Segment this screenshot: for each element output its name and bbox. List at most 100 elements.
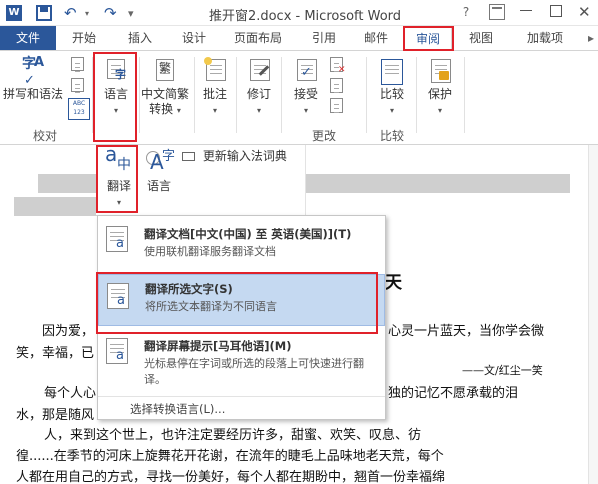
compare-group-label: 比较 <box>379 129 404 143</box>
menu-item-desc: 使用联机翻译服务翻译文档 <box>144 245 276 258</box>
define-icon <box>71 78 84 92</box>
tab-home[interactable]: 开始 <box>60 26 108 50</box>
menu-item-translate-selected-text[interactable]: a 翻译所选文字(S) 将所选文本翻译为不同语言 <box>98 274 385 326</box>
language-settings-label: 语言 <box>146 179 171 193</box>
language-settings-icon: A 字 <box>144 149 175 179</box>
menu-item-title: 翻译屏幕提示[马耳他语](M) <box>144 339 292 353</box>
spelling-grammar-button[interactable]: 字 A ✓ 拼写和语法 <box>2 55 64 102</box>
tab-design[interactable]: 设计 <box>170 26 218 50</box>
translate-icon: a 中 <box>105 142 131 173</box>
spelling-icon: 字 A ✓ <box>22 55 45 88</box>
document-title-fragment: 天 <box>385 273 402 293</box>
compare-icon <box>377 57 407 87</box>
chinese-conversion-button[interactable]: 繁 中文简繁 转换 ▾ <box>140 57 190 118</box>
reject-button[interactable]: ✕ <box>328 57 350 75</box>
ribbon-separator <box>92 57 93 133</box>
word-app-icon[interactable]: W <box>6 5 22 21</box>
accept-icon: ✓ <box>291 57 321 87</box>
menu-item-desc: 将所选文本翻译为不同语言 <box>145 300 277 313</box>
translate-label: 翻译 <box>106 179 131 193</box>
ribbon-display-options-icon[interactable] <box>489 4 505 20</box>
next-change-button[interactable] <box>328 98 350 114</box>
doc-line: 独的记忆不愿承载的泪 <box>388 386 519 401</box>
customize-qat-icon[interactable]: ▾ <box>128 7 134 20</box>
track-changes-button[interactable]: 修订 ▾ <box>240 57 278 118</box>
doc-byline: ——文/红尘一笑 <box>462 364 543 377</box>
ribbon-tab-bar: 文件 开始 插入 设计 页面布局 引用 邮件 审阅 视图 加载项 ▸ <box>0 26 598 51</box>
chinese-conversion-label-1: 中文简繁 <box>140 87 189 101</box>
help-button[interactable]: ? <box>458 4 474 20</box>
language-label: 语言 <box>103 87 128 101</box>
tab-review[interactable]: 审阅 <box>404 26 452 51</box>
update-ime-label: 更新输入法词典 <box>202 149 287 163</box>
doc-line: 笑，幸福，已 <box>16 346 95 361</box>
tab-page-layout[interactable]: 页面布局 <box>226 26 290 50</box>
window-title: 推开窗2.docx - Microsoft Word <box>208 9 402 24</box>
compare-button[interactable]: 比较 ▾ <box>372 57 412 118</box>
update-ime-icon <box>182 152 195 161</box>
ribbon-separator <box>194 57 195 133</box>
doc-line: 心灵一片蓝天，当你学会微 <box>388 324 545 339</box>
define-button[interactable] <box>70 78 86 93</box>
doc-line: 水，那是随风 <box>16 408 95 423</box>
doc-line: 徨......在季节的河床上旋舞花开花谢，在流年的睫毛上品味地老天荒，每个 <box>16 449 444 464</box>
redo-icon[interactable]: ↷ <box>104 5 120 21</box>
new-comment-button[interactable]: 批注 ▾ <box>198 57 232 118</box>
track-changes-label: 修订 <box>246 87 271 101</box>
undo-icon[interactable]: ↶ <box>64 5 80 21</box>
ribbon: 字 A ✓ 拼写和语法 ABC 123 校对 字 语言 ▾ 繁 中文简繁 转换 … <box>0 51 598 145</box>
minimize-icon[interactable] <box>520 10 532 11</box>
word-count-abc: ABC <box>72 100 86 107</box>
close-icon[interactable]: ✕ <box>578 3 591 21</box>
protect-button[interactable]: 保护 ▾ <box>420 57 460 118</box>
menu-item-choose-language[interactable]: 选择转换语言(L)... <box>98 396 385 418</box>
save-icon[interactable] <box>36 5 52 21</box>
accept-label: 接受 <box>293 87 318 101</box>
protect-label: 保护 <box>427 87 452 101</box>
language-button[interactable]: 字 语言 ▾ <box>96 57 136 118</box>
chinese-conversion-icon: 繁 <box>150 57 180 87</box>
tab-mailings[interactable]: 邮件 <box>352 26 400 50</box>
tab-view[interactable]: 视图 <box>459 26 503 50</box>
accept-button[interactable]: ✓ 接受 ▾ <box>286 57 326 118</box>
word-count-button[interactable]: ABC 123 <box>68 98 90 120</box>
language-settings-button[interactable]: A 字 语言 <box>142 149 176 194</box>
translate-button[interactable]: a 中 翻译 ▾ <box>100 142 138 210</box>
tab-references[interactable]: 引用 <box>300 26 348 50</box>
translate-document-icon: a <box>106 226 134 258</box>
tab-scroll-right-icon[interactable]: ▸ <box>584 26 598 50</box>
vertical-scrollbar[interactable] <box>588 145 598 484</box>
menu-item-translate-document[interactable]: a 翻译文档[中文(中国) 至 英语(美国)](T) 使用联机翻译服务翻译文档 <box>98 220 385 270</box>
menu-item-desc: 光标悬停在字词或所选的段落上可快速进行翻译。 <box>144 357 364 386</box>
doc-line: 因为爱， <box>42 324 95 339</box>
protect-icon <box>425 57 455 87</box>
menu-item-translate-screentip[interactable]: a 翻译屏幕提示[马耳他语](M) 光标悬停在字词或所选的段落上可快速进行翻译。 <box>98 330 385 392</box>
doc-line: 人都在用自己的方式，寻找一份美好，每个人都在期盼中，翘首一份幸福绵 <box>16 470 446 484</box>
menu-item-title: 翻译所选文字(S) <box>145 282 233 296</box>
ribbon-separator <box>366 57 367 133</box>
language-icon: 字 <box>101 57 131 87</box>
comment-icon <box>200 57 230 87</box>
language-group-panel: a 中 翻译 ▾ A 字 语言 更新输入法词典 <box>96 142 306 215</box>
title-bar: W ↶ ▾ ↷ ▾ 推开窗2.docx - Microsoft Word ? ✕ <box>0 0 598 26</box>
tab-file[interactable]: 文件 <box>0 26 56 50</box>
mini-translator-icon: a <box>106 338 134 370</box>
word-count-123: 123 <box>73 109 85 116</box>
tab-insert[interactable]: 插入 <box>116 26 164 50</box>
chinese-conversion-label-2: 转换 <box>149 102 174 116</box>
spelling-label: 拼写和语法 <box>2 87 63 101</box>
doc-line: 人，来到这个世上，也许注定要经历许多，甜蜜、欢笑、叹息、彷 <box>44 428 422 443</box>
translate-selection-icon: a <box>107 283 135 315</box>
doc-line: 每个人心 <box>44 386 97 401</box>
thesaurus-button[interactable] <box>70 57 86 72</box>
undo-dropdown-icon[interactable]: ▾ <box>85 9 89 18</box>
ribbon-separator <box>464 57 465 133</box>
changes-group-label: 更改 <box>311 129 336 143</box>
comment-label: 批注 <box>202 87 227 101</box>
previous-change-button[interactable] <box>328 78 350 94</box>
tab-addins[interactable]: 加载项 <box>510 26 580 50</box>
maximize-icon[interactable] <box>550 5 562 17</box>
update-ime-dictionary-button[interactable]: 更新输入法词典 <box>182 149 302 165</box>
language-caret-icon: ▾ <box>113 106 118 115</box>
previous-change-icon <box>330 78 343 93</box>
